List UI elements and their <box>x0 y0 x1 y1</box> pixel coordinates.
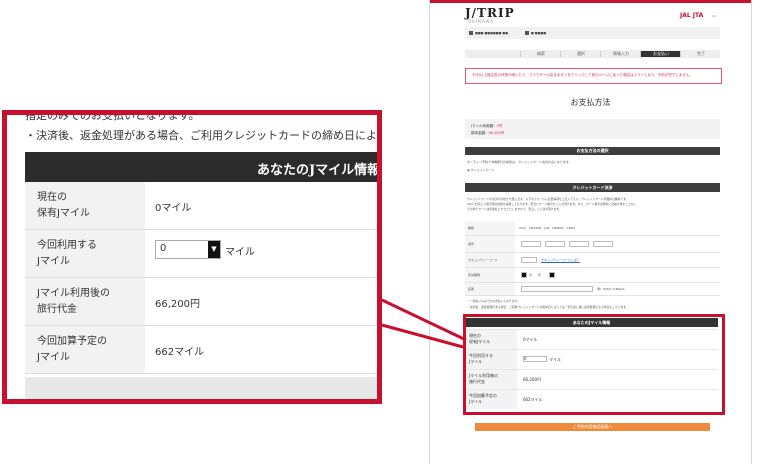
refund-note: ・決済後、返金処理がある場合、ご利用クレジットカードの締め日によっては一旦引 <box>25 129 382 142</box>
button-area <box>25 377 377 399</box>
earn-miles-value: 662マイル <box>155 347 205 358</box>
confirm-button-edge[interactable] <box>49 399 369 403</box>
miles-unit: マイル <box>225 247 255 258</box>
zoom-callout: 指定のみでのお支払いとなります。 ・決済後、返金処理がある場合、ご利用クレジット… <box>2 110 382 404</box>
miles-select[interactable]: 0 ▼ <box>155 240 221 259</box>
jmile-header-title: あなたのJマイル情報 <box>257 163 381 178</box>
use-miles-row: 今回利用する Jマイル 0 ▼ マイル <box>25 230 377 278</box>
earn-miles-row: 今回加算予定の Jマイル 662マイル <box>25 326 377 374</box>
cut-off-note: 指定のみでのお支払いとなります。 <box>25 110 200 122</box>
price-after-miles-value: 66,200円 <box>155 299 200 310</box>
current-miles-row: 現在の 保有Jマイル 0マイル <box>25 182 377 230</box>
jmile-header: あなたのJマイル情報 <box>25 152 381 182</box>
chevron-down-icon[interactable]: ▼ <box>208 241 220 258</box>
price-after-miles-row: Jマイル利用後の 旅行代金 66,200円 <box>25 278 377 326</box>
current-miles-value: 0マイル <box>155 203 192 214</box>
